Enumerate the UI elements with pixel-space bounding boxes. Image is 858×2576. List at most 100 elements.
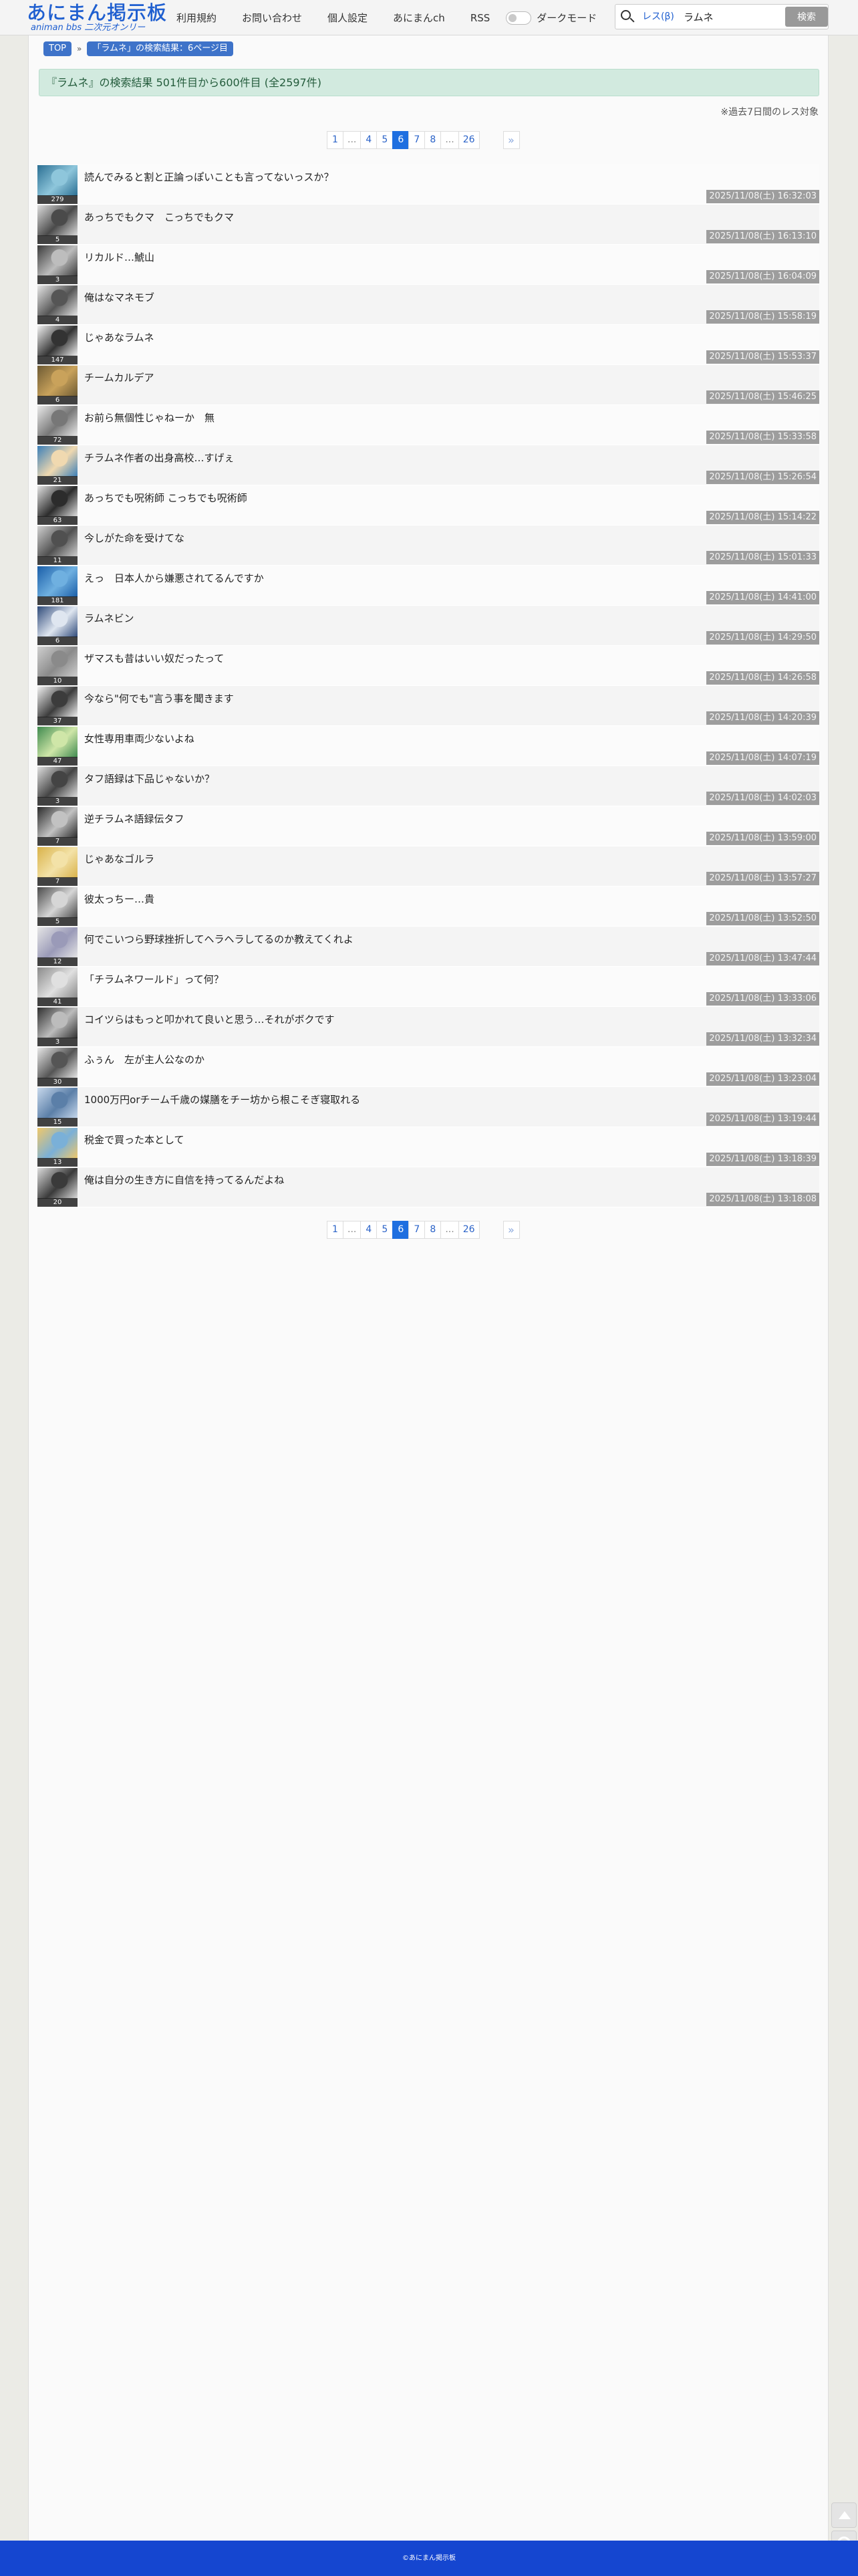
thread-title-link[interactable]: 今なら"何でも"言う事を聞きます	[84, 691, 234, 705]
dark-mode-switch[interactable]	[506, 11, 532, 25]
thread-thumbnail[interactable]: 181	[37, 566, 78, 605]
thread-title-link[interactable]: 税金で買った本として	[84, 1133, 184, 1147]
thread-title-link[interactable]: えっ 日本人から嫌悪されてるんですか	[84, 571, 264, 585]
thread-row[interactable]: 3 リカルド…鯱山 2025/11/08(土) 16:04:09	[37, 245, 819, 285]
thread-thumbnail[interactable]: 11	[37, 526, 78, 565]
page-link-8[interactable]: 8	[424, 1221, 442, 1239]
thread-title-link[interactable]: ザマスも昔はいい奴だったって	[84, 651, 224, 665]
thread-thumbnail[interactable]: 13	[37, 1128, 78, 1167]
thread-title-link[interactable]: ふぅん 左が主人公なのか	[84, 1052, 204, 1066]
page-link-1[interactable]: 1	[327, 1221, 343, 1239]
thread-thumbnail[interactable]: 5	[37, 205, 78, 244]
page-link-7[interactable]: 7	[408, 1221, 426, 1239]
thread-thumbnail[interactable]: 6	[37, 366, 78, 404]
thread-title-link[interactable]: タフ語録は下品じゃないか？	[84, 772, 214, 786]
page-next-button[interactable]: »	[503, 131, 520, 149]
thread-thumbnail[interactable]: 3	[37, 1008, 78, 1046]
thread-row[interactable]: 6 チームカルデア 2025/11/08(土) 15:46:25	[37, 365, 819, 405]
thread-thumbnail[interactable]: 15	[37, 1088, 78, 1127]
thread-row[interactable]: 72 お前ら無個性じゃねーか 無 2025/11/08(土) 15:33:58	[37, 405, 819, 445]
thread-thumbnail[interactable]: 5	[37, 887, 78, 926]
thread-row[interactable]: 13 税金で買った本として 2025/11/08(土) 13:18:39	[37, 1127, 819, 1167]
thread-title-link[interactable]: 彼太っちー…貴	[84, 892, 154, 906]
thread-row[interactable]: 181 えっ 日本人から嫌悪されてるんですか 2025/11/08(土) 14:41…	[37, 566, 819, 606]
thread-thumbnail[interactable]: 47	[37, 727, 78, 766]
thread-row[interactable]: 41 「チラムネワールド」って何？ 2025/11/08(土) 13:33:06	[37, 967, 819, 1007]
search-type-select[interactable]: レス(β)	[638, 5, 678, 29]
thread-row[interactable]: 147 じゃあなラムネ 2025/11/08(土) 15:53:37	[37, 325, 819, 365]
thread-row[interactable]: 21 チラムネ作者の出身高校…すげぇ 2025/11/08(土) 15:26:54	[37, 445, 819, 485]
page-link-4[interactable]: 4	[360, 131, 378, 149]
search-button[interactable]: 検索	[785, 7, 828, 27]
search-input[interactable]	[678, 5, 782, 29]
thread-title-link[interactable]: リカルド…鯱山	[84, 250, 154, 264]
thread-title-link[interactable]: お前ら無個性じゃねーか 無	[84, 411, 214, 425]
thread-title-link[interactable]: ラムネビン	[84, 611, 134, 625]
nav-animanch-link[interactable]: あにまんch	[393, 11, 445, 25]
page-link-6[interactable]: 6	[392, 131, 410, 149]
thread-title-link[interactable]: じゃあなゴルラ	[84, 852, 154, 866]
thread-title-link[interactable]: 読んでみると割と正論っぽいことも言ってないっスか？	[84, 170, 334, 184]
thread-thumbnail[interactable]: 41	[37, 967, 78, 1006]
thread-title-link[interactable]: 1000万円orチーム千歳の媒膳をチー坊から根こそぎ寝取れる	[84, 1092, 360, 1106]
nav-contact-link[interactable]: お問い合わせ	[242, 11, 302, 25]
thread-thumbnail[interactable]: 12	[37, 927, 78, 966]
thread-thumbnail[interactable]: 63	[37, 486, 78, 525]
thread-title-link[interactable]: あっちでもクマ こっちでもクマ	[84, 210, 234, 224]
page-link-5[interactable]: 5	[376, 131, 394, 149]
thread-thumbnail[interactable]: 20	[37, 1168, 78, 1207]
thread-row[interactable]: 4 俺はなマネモブ 2025/11/08(土) 15:58:19	[37, 285, 819, 325]
breadcrumb-current[interactable]: 「ラムネ」の検索結果：6ページ目	[87, 41, 233, 56]
page-link-1[interactable]: 1	[327, 131, 343, 149]
thread-title-link[interactable]: 「チラムネワールド」って何？	[84, 972, 224, 986]
breadcrumb-top[interactable]: TOP	[43, 41, 72, 56]
page-link-7[interactable]: 7	[408, 131, 426, 149]
page-link-26[interactable]: 26	[458, 1221, 480, 1239]
thread-row[interactable]: 11 今しがた命を受けてな 2025/11/08(土) 15:01:33	[37, 525, 819, 566]
thread-title-link[interactable]: 何でこいつら野球挫折してヘラヘラしてるのか教えてくれよ	[84, 932, 353, 946]
site-logo[interactable]: あにまん掲示板 animan bbs 二次元オンリー	[27, 1, 170, 33]
thread-thumbnail[interactable]: 279	[37, 165, 78, 204]
thread-row[interactable]: 3 コイツらはもっと叩かれて良いと思う…それがボクです 2025/11/08(土) …	[37, 1007, 819, 1047]
thread-title-link[interactable]: チラムネ作者の出身高校…すげぇ	[84, 451, 235, 465]
thread-row[interactable]: 6 ラムネビン 2025/11/08(土) 14:29:50	[37, 606, 819, 646]
thread-thumbnail[interactable]: 147	[37, 326, 78, 364]
nav-settings-link[interactable]: 個人設定	[327, 11, 368, 25]
scroll-top-button[interactable]	[831, 2502, 857, 2528]
dark-mode-toggle[interactable]: ダークモード	[506, 11, 597, 25]
thread-thumbnail[interactable]: 7	[37, 807, 78, 846]
thread-row[interactable]: 279 読んでみると割と正論っぽいことも言ってないっスか？ 2025/11/08(土…	[37, 164, 819, 205]
thread-row[interactable]: 30 ふぅん 左が主人公なのか 2025/11/08(土) 13:23:04	[37, 1047, 819, 1087]
thread-thumbnail[interactable]: 72	[37, 406, 78, 445]
thread-thumbnail[interactable]: 6	[37, 606, 78, 645]
thread-title-link[interactable]: 女性専用車両少ないよね	[84, 731, 194, 745]
thread-title-link[interactable]: コイツらはもっと叩かれて良いと思う…それがボクです	[84, 1012, 335, 1026]
thread-row[interactable]: 3 タフ語録は下品じゃないか？ 2025/11/08(土) 14:02:03	[37, 766, 819, 806]
thread-row[interactable]: 10 ザマスも昔はいい奴だったって 2025/11/08(土) 14:26:58	[37, 646, 819, 686]
thread-title-link[interactable]: チームカルデア	[84, 370, 154, 384]
thread-title-link[interactable]: 俺は自分の生き方に自信を持ってるんだよね	[84, 1173, 284, 1187]
thread-thumbnail[interactable]: 10	[37, 647, 78, 685]
nav-terms-link[interactable]: 利用規約	[176, 11, 217, 25]
thread-row[interactable]: 15 1000万円orチーム千歳の媒膳をチー坊から根こそぎ寝取れる 2025/11/…	[37, 1087, 819, 1127]
page-link-4[interactable]: 4	[360, 1221, 378, 1239]
thread-thumbnail[interactable]: 30	[37, 1048, 78, 1086]
thread-title-link[interactable]: 逆チラムネ語録伝タフ	[84, 812, 184, 826]
thread-row[interactable]: 47 女性専用車両少ないよね 2025/11/08(土) 14:07:19	[37, 726, 819, 766]
thread-row[interactable]: 7 じゃあなゴルラ 2025/11/08(土) 13:57:27	[37, 846, 819, 887]
thread-thumbnail[interactable]: 3	[37, 245, 78, 284]
thread-thumbnail[interactable]: 21	[37, 446, 78, 485]
thread-thumbnail[interactable]: 7	[37, 847, 78, 886]
page-next-button[interactable]: »	[503, 1221, 520, 1239]
thread-title-link[interactable]: じゃあなラムネ	[84, 330, 154, 344]
thread-row[interactable]: 20 俺は自分の生き方に自信を持ってるんだよね 2025/11/08(土) 13:1…	[37, 1167, 819, 1207]
page-link-8[interactable]: 8	[424, 131, 442, 149]
thread-thumbnail[interactable]: 37	[37, 687, 78, 725]
page-link-26[interactable]: 26	[458, 131, 480, 149]
thread-title-link[interactable]: 俺はなマネモブ	[84, 290, 154, 304]
page-link-5[interactable]: 5	[376, 1221, 394, 1239]
nav-rss-link[interactable]: RSS	[470, 12, 490, 24]
thread-row[interactable]: 5 あっちでもクマ こっちでもクマ 2025/11/08(土) 16:13:10	[37, 205, 819, 245]
thread-thumbnail[interactable]: 3	[37, 767, 78, 806]
thread-title-link[interactable]: あっちでも呪術師 こっちでも呪術師	[84, 491, 247, 505]
